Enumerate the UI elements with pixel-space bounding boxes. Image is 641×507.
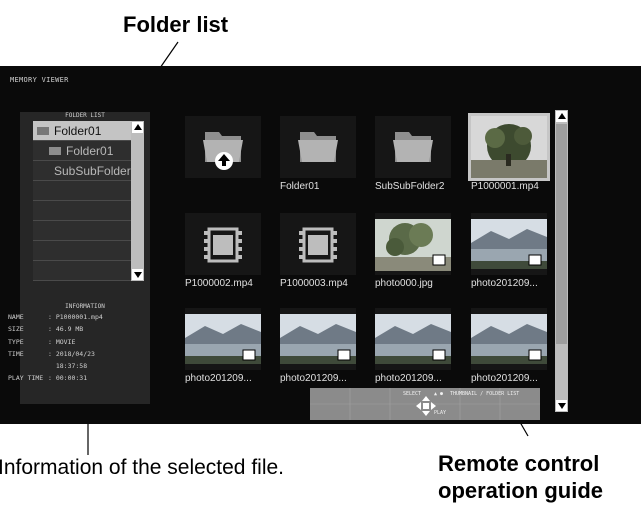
thumbnail-image [471,308,547,370]
info-key: TIME [8,350,24,358]
folder-icon [49,146,61,155]
film-icon [204,227,242,263]
thumbnail-selected-movie[interactable]: P1000001.mp4 [468,113,550,192]
thumbnail-caption: P1000002.mp4 [185,278,253,289]
thumbnail-image [375,308,451,370]
scroll-thumb[interactable] [556,124,567,344]
thumbnail-photo[interactable]: photo000.jpg [375,213,451,289]
info-value: : 46.9 MB [48,325,84,333]
folder-item-empty [33,261,133,281]
thumbnail-movie[interactable]: P1000002.mp4 [185,213,261,289]
info-key: TYPE [8,338,24,346]
info-value: : P1000001.mp4 [48,313,103,321]
thumbnail-image [375,116,451,178]
folder-item-label: SubSubFolder2 [54,163,138,178]
scroll-up-button[interactable] [556,111,567,122]
folder-icon [298,132,338,162]
folder-item-empty [33,241,133,261]
information-header: INFORMATION [65,303,105,310]
scroll-down-button[interactable] [556,400,567,411]
callout-remote-1: Remote control [438,451,600,476]
scroll-down-button[interactable] [132,269,143,280]
thumbnail-image [280,116,356,178]
thumbnail-image [375,213,451,275]
guide-thumbnail-folder-label: THUMBNAIL / FOLDER LIST [450,391,520,397]
thumbnail-caption: photo201209... [280,373,347,384]
folder-item-label: Folder01 [66,143,114,158]
info-type: TYPE : MOVIE [8,338,75,346]
film-icon [299,227,337,263]
remote-operation-guide: SELECT ▲ ● THUMBNAIL / FOLDER LIST PLAY [310,388,540,420]
landscape-photo-icon [185,314,261,364]
thumbnail-up-folder[interactable] [185,116,261,178]
thumbnail-caption: Folder01 [280,181,320,192]
thumbnail-caption: photo000.jpg [375,278,433,289]
guide-play-label: PLAY [434,410,447,416]
thumbnail-movie[interactable]: P1000003.mp4 [280,213,356,289]
callout-info: Information of the selected file. [0,456,284,479]
thumbnail-image [185,213,261,275]
folder-item-empty [33,221,133,241]
folder-list-scrollbar[interactable] [131,121,144,281]
landscape-photo-icon [471,219,547,269]
thumbnail-photo[interactable]: photo201209... [375,308,451,384]
thumbnail-caption: SubSubFolder2 [375,181,445,192]
landscape-photo-icon [375,314,451,364]
thumbnail-image [185,116,261,178]
thumbnail-image [280,213,356,275]
callout-remote-2: operation guide [438,478,603,503]
info-time: TIME : 2018/04/23 [8,350,95,358]
memory-viewer-screen: MEMORY VIEWER FOLDER LIST Folder01 Folde… [0,66,641,424]
folder-list-header: FOLDER LIST [65,112,105,119]
thumbnail-image [468,113,550,181]
info-size: SIZE : 46.9 MB [8,325,83,333]
left-panel: FOLDER LIST Folder01 Folder01 SubSubFold… [8,112,150,404]
landscape-photo-icon [280,314,356,364]
info-value: : MOVIE [48,338,76,346]
scroll-up-button[interactable] [132,122,143,133]
thumbnail-image [185,308,261,370]
thumbnail-photo[interactable]: photo201209... [471,308,547,384]
thumbnail-image [471,213,547,275]
folder-item-folder01[interactable]: Folder01 [33,141,133,161]
arrow-down-icon [133,272,142,278]
thumbnail-caption: P1000003.mp4 [280,278,348,289]
open-folder-icon [37,126,49,135]
up-folder-icon [203,132,243,170]
screen-title: MEMORY VIEWER [10,76,69,84]
thumbnail-photo[interactable]: photo201209... [185,308,261,384]
folder-list[interactable]: Folder01 Folder01 SubSubFolder2 [33,121,137,281]
arrow-up-icon [557,113,566,119]
thumbnail-caption: photo201209... [375,373,442,384]
thumbnail-photo[interactable]: photo201209... [280,308,356,384]
thumbnail-image [280,308,356,370]
thumbnail-folder[interactable]: SubSubFolder2 [375,116,451,192]
info-key: SIZE [8,325,24,333]
thumbnail-folder[interactable]: Folder01 [280,116,356,192]
arrow-up-icon [133,124,142,130]
info-key: PLAY TIME [8,374,44,382]
folder-item-empty [33,181,133,201]
folder-item-empty [33,201,133,221]
info-time-2: 18:37:58 [8,362,87,370]
arrow-down-icon [557,403,566,409]
landscape-photo-icon [471,314,547,364]
info-value: : 00:00:31 [48,374,88,382]
info-name: NAME : P1000001.mp4 [8,313,103,321]
callout-folder-list: Folder list [123,12,229,37]
info-play-time: PLAY TIME : 00:00:31 [8,374,87,382]
thumbnail-scrollbar[interactable] [555,110,568,412]
folder-item-label: Folder01 [54,123,102,138]
thumbnail-caption: photo201209... [185,373,252,384]
guide-bullet: ▲ ● [434,391,444,397]
info-value: : 2018/04/23 [48,350,95,358]
folder-icon [393,132,433,162]
folder-item-subsubfolder2[interactable]: SubSubFolder2 [33,161,137,181]
thumbnail-photo[interactable]: photo201209... [471,213,547,289]
info-value: 18:37:58 [48,362,88,370]
folder-item-folder01-selected[interactable]: Folder01 [33,121,133,141]
tree-photo-icon [375,219,451,271]
info-key: NAME [8,313,24,321]
nature-photo-icon [471,116,547,178]
